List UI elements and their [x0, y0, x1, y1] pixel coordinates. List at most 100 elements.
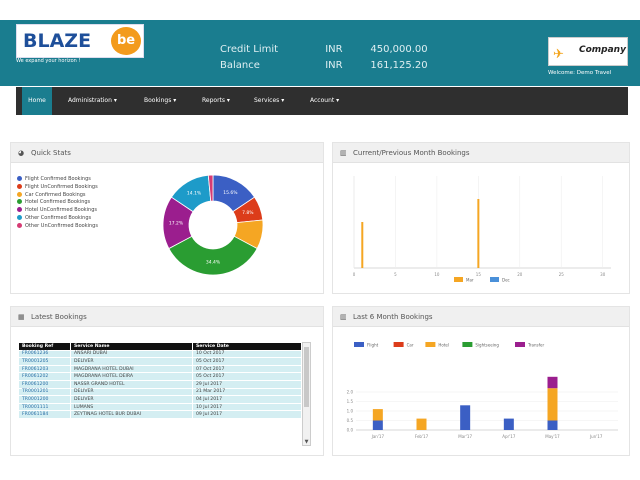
blazebe-logo[interactable]: BLAZE be — [16, 24, 144, 58]
main-nav: Home Administration ▾ Bookings ▾ Reports… — [16, 87, 628, 115]
credit-limit-label: Credit Limit — [220, 44, 279, 55]
last-six-months-title: Last 6 Month Bookings — [353, 313, 433, 321]
bar-chart-icon: ▥ — [340, 149, 347, 157]
y-tick-label: 1.0 — [347, 409, 354, 414]
booking-ref-cell[interactable]: TR0001200 — [18, 395, 71, 404]
latest-bookings-title: Latest Bookings — [31, 313, 87, 321]
table-row[interactable]: TR0001111 LUMANS 10 Jul 2017 — [18, 402, 302, 412]
bar — [361, 222, 364, 268]
legend-label: Car Confirmed Bookings — [25, 191, 86, 198]
nav-home[interactable]: Home — [22, 87, 52, 115]
service-name-cell: DELIVER — [70, 395, 193, 404]
quick-stats-donut-chart: 15.6% 7.8% 34.4% 17.2% 14.1% — [162, 174, 264, 276]
table-row[interactable]: FR0061202 MAGDRANA HOTEL DEIRA 05 Oct 2017 — [18, 372, 302, 381]
company-logo: ✈ Company — [548, 37, 628, 66]
table-row[interactable]: TR0001200 DELIVER 04 Jul 2017 — [18, 395, 302, 404]
col-booking-ref[interactable]: Booking Ref — [18, 342, 71, 351]
nav-bookings[interactable]: Bookings ▾ — [144, 87, 176, 115]
nav-administration[interactable]: Administration ▾ — [68, 87, 117, 115]
service-date-cell: 05 Oct 2017 — [192, 357, 302, 366]
legend-label: Hotel UnConfirmed Bookings — [25, 207, 97, 214]
booking-ref-cell[interactable]: FR0061236 — [18, 349, 71, 359]
last-six-months-header: ▥ Last 6 Month Bookings — [333, 307, 629, 327]
caret-down-icon: ▾ — [279, 97, 285, 104]
table-row[interactable]: TR0001201 DELIVER 21 Mar 2017 — [18, 387, 302, 397]
nav-services[interactable]: Services ▾ — [254, 87, 284, 115]
table-row[interactable]: FR0061200 NASSR GRAND HOTEL 29 Jul 2017 — [18, 379, 302, 389]
booking-ref-cell[interactable]: TR0001205 — [18, 357, 71, 366]
bar-segment — [460, 405, 471, 430]
caret-down-icon: ▾ — [334, 97, 340, 104]
booking-ref-cell[interactable]: FR0061200 — [18, 379, 71, 389]
x-tick-label: Feb'17 — [415, 434, 429, 439]
legend-swatch — [515, 342, 525, 347]
legend-item: Other Confirmed Bookings — [17, 214, 98, 223]
x-tick-label: 25 — [559, 272, 565, 277]
credit-limit-value: 450,000.00 — [370, 44, 428, 55]
x-tick-label: 0 — [353, 272, 356, 277]
legend-swatch — [490, 277, 499, 282]
nav-administration-label: Administration — [68, 97, 112, 104]
legend-item: Car Confirmed Bookings — [17, 191, 98, 200]
nav-reports[interactable]: Reports ▾ — [202, 87, 230, 115]
balance-value: 161,125.20 — [370, 60, 428, 71]
balance-currency: INR — [325, 60, 343, 71]
table-row[interactable]: FR0061184 ZEYTINAG HOTEL BUR DUBAI 09 Jul … — [18, 410, 302, 419]
booking-ref-cell[interactable]: FR0061203 — [18, 364, 71, 374]
legend-swatch — [354, 342, 364, 347]
x-tick-label: 10 — [434, 272, 440, 277]
table-row[interactable]: FR0061203 MAGDRANA HOTEL DUBAI 07 Oct 2017 — [18, 364, 302, 374]
pie-slice — [168, 235, 258, 276]
booking-ref-cell[interactable]: FR0061202 — [18, 372, 71, 381]
x-tick-label: Jan'17 — [371, 434, 385, 439]
booking-ref-cell[interactable]: FR0061184 — [18, 410, 71, 419]
legend-label: Other Confirmed Bookings — [25, 214, 92, 221]
legend-label: Car — [407, 343, 414, 348]
service-date-cell: 10 Jul 2017 — [192, 402, 302, 412]
y-tick-label: 1.5 — [347, 399, 354, 404]
x-tick-label: 30 — [600, 272, 606, 277]
pie-data-label: 15.6% — [223, 190, 238, 196]
legend-dot — [17, 222, 22, 228]
nav-account[interactable]: Account ▾ — [310, 87, 339, 115]
service-name-cell: MAGDRANA HOTEL DEIRA — [70, 372, 193, 381]
credit-limit-currency: INR — [325, 44, 343, 55]
balance-label: Balance — [220, 60, 260, 71]
scroll-down-icon[interactable]: ▼ — [303, 439, 310, 445]
legend-dot — [17, 183, 22, 189]
table-row[interactable]: FR0061236 ANSARI DUBAI 10 Oct 2017 — [18, 349, 302, 359]
caret-down-icon: ▾ — [225, 97, 230, 104]
bar-segment — [547, 420, 558, 430]
legend-item: Flight Confirmed Bookings — [17, 176, 98, 184]
legend-label: Other UnConfirmed Bookings — [25, 222, 98, 229]
legend-dot — [17, 214, 22, 220]
booking-ref-cell[interactable]: TR0001201 — [18, 387, 71, 397]
x-tick-label: Mar'17 — [458, 434, 472, 439]
scrollbar-thumb[interactable] — [304, 347, 309, 407]
legend-label: Hotel Confirmed Bookings — [25, 199, 91, 206]
quick-stats-title: Quick Stats — [31, 149, 71, 157]
bar-segment — [503, 418, 514, 430]
legend-label: Dec — [502, 278, 510, 283]
legend-swatch — [454, 277, 463, 282]
balance-row: Balance INR 161,125.20 — [220, 60, 428, 76]
col-service-date[interactable]: Service Date — [192, 342, 302, 351]
bar-segment — [416, 418, 427, 430]
service-date-cell: 10 Oct 2017 — [192, 349, 302, 359]
table-row[interactable]: TR0001205 DELIVER 05 Oct 2017 — [18, 357, 302, 366]
booking-ref-cell[interactable]: TR0001111 — [18, 402, 71, 412]
legend-label: Transfer — [527, 343, 544, 348]
credit-info: Credit Limit INR 450,000.00 Balance INR … — [220, 44, 428, 76]
legend-label: Hotel — [438, 343, 449, 348]
service-date-cell: 21 Mar 2017 — [192, 387, 302, 397]
welcome-text: Welcome: Demo Travel — [548, 70, 612, 76]
quick-stats-legend: Flight Confirmed Bookings Flight UnConfi… — [17, 176, 98, 231]
col-service-name[interactable]: Service Name — [70, 342, 193, 351]
table-scrollbar[interactable]: ▼ — [302, 342, 311, 446]
x-tick-label: 15 — [476, 272, 482, 277]
legend-label: Sightseeing — [475, 343, 499, 348]
legend-dot — [17, 176, 22, 181]
legend-item: Hotel Confirmed Bookings — [17, 199, 98, 207]
x-tick-label: 20 — [517, 272, 523, 277]
table-icon: ▦ — [18, 313, 25, 321]
